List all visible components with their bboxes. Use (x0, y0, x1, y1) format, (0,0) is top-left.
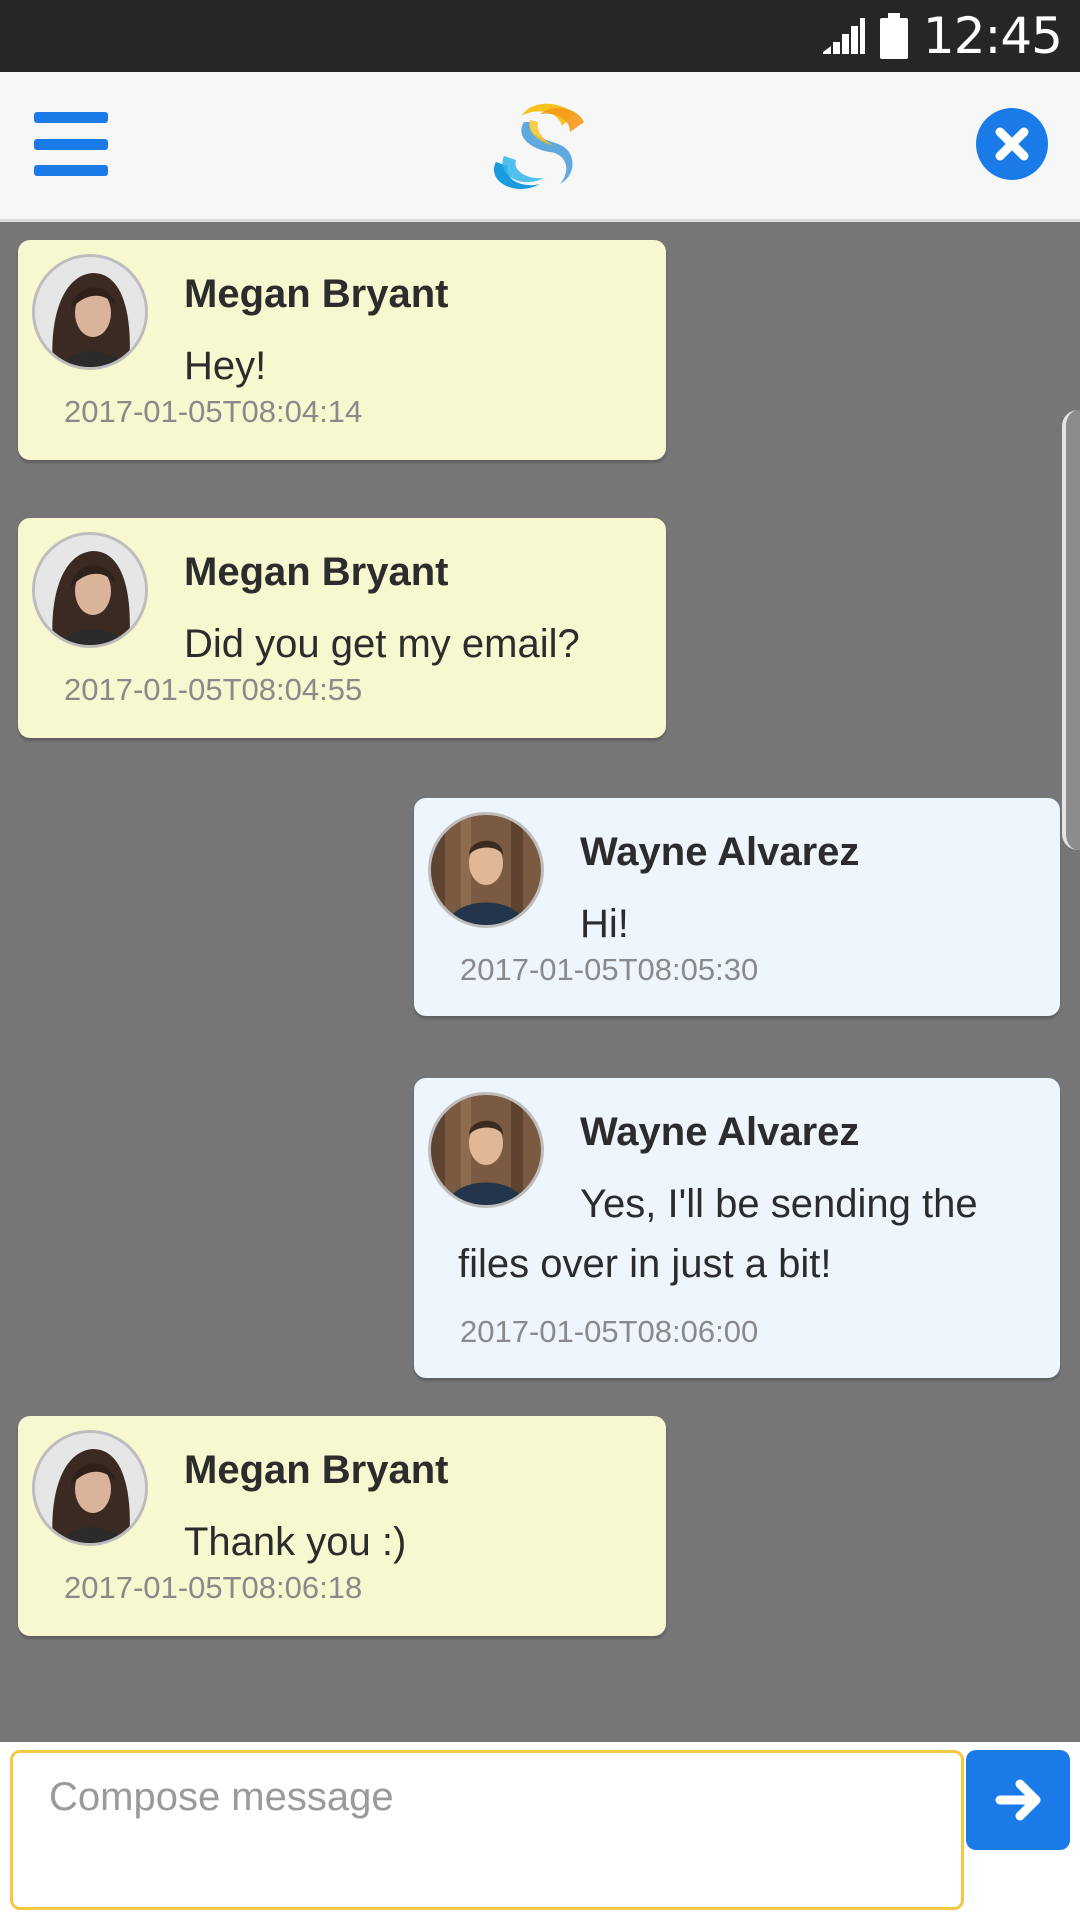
avatar-megan-bryant (32, 254, 148, 370)
message-item: Megan Bryant Thank you :) 2017-01-05T08:… (18, 1416, 666, 1636)
avatar-image (35, 1433, 145, 1543)
message-timestamp: 2017-01-05T08:04:55 (64, 672, 363, 707)
app-logo (493, 103, 584, 189)
avatar-image (431, 815, 541, 925)
message-text: Hey! (184, 344, 267, 388)
avatar-image (35, 257, 145, 367)
avatar-image (431, 1095, 541, 1205)
scrollbar-handle[interactable] (1062, 410, 1080, 850)
send-button[interactable] (966, 1750, 1070, 1850)
compose-message-input[interactable] (10, 1750, 964, 1910)
battery-icon (879, 13, 908, 59)
message-sender: Megan Bryant (184, 1448, 449, 1492)
menu-icon-bar (34, 165, 108, 176)
app-header (0, 72, 1080, 222)
message-sender: Wayne Alvarez (580, 830, 860, 874)
message-sender: Megan Bryant (184, 550, 449, 594)
close-button[interactable] (976, 108, 1048, 180)
status-icons: 12:45 (821, 0, 1063, 72)
avatar-megan-bryant (32, 1430, 148, 1546)
message-sender: Megan Bryant (184, 272, 449, 316)
composer (0, 1742, 1080, 1919)
message-list[interactable]: Megan Bryant Hey! 2017-01-05T08:04:14 Me… (0, 222, 1080, 1742)
message-timestamp: 2017-01-05T08:05:30 (460, 952, 759, 987)
status-clock: 12:45 (922, 7, 1063, 65)
menu-icon-bar (34, 138, 108, 150)
message-text: Hi! (580, 902, 629, 946)
message-text-continued: files over in just a bit! (458, 1242, 832, 1286)
message-item: Megan Bryant Did you get my email? 2017-… (18, 518, 666, 738)
arrow-right-icon (995, 1779, 1041, 1821)
avatar-image (35, 535, 145, 645)
message-timestamp: 2017-01-05T08:06:18 (64, 1570, 363, 1605)
message-item: Wayne Alvarez Yes, I'll be sending the f… (414, 1078, 1060, 1378)
avatar-megan-bryant (32, 532, 148, 648)
message-text: Yes, I'll be sending the (580, 1182, 978, 1226)
message-timestamp: 2017-01-05T08:06:00 (460, 1314, 759, 1349)
message-item: Megan Bryant Hey! 2017-01-05T08:04:14 (18, 240, 666, 460)
avatar-wayne-alvarez (428, 812, 544, 928)
avatar-wayne-alvarez (428, 1092, 544, 1208)
signal-icon (822, 18, 865, 54)
message-text: Did you get my email? (184, 622, 580, 666)
message-timestamp: 2017-01-05T08:04:14 (64, 394, 363, 429)
message-sender: Wayne Alvarez (580, 1110, 860, 1154)
menu-icon (34, 112, 108, 123)
menu-button[interactable] (34, 112, 108, 176)
message-text: Thank you :) (184, 1520, 407, 1564)
message-item: Wayne Alvarez Hi! 2017-01-05T08:05:30 (414, 798, 1060, 1016)
status-bar: 12:45 (0, 0, 1080, 72)
close-icon (995, 127, 1029, 161)
